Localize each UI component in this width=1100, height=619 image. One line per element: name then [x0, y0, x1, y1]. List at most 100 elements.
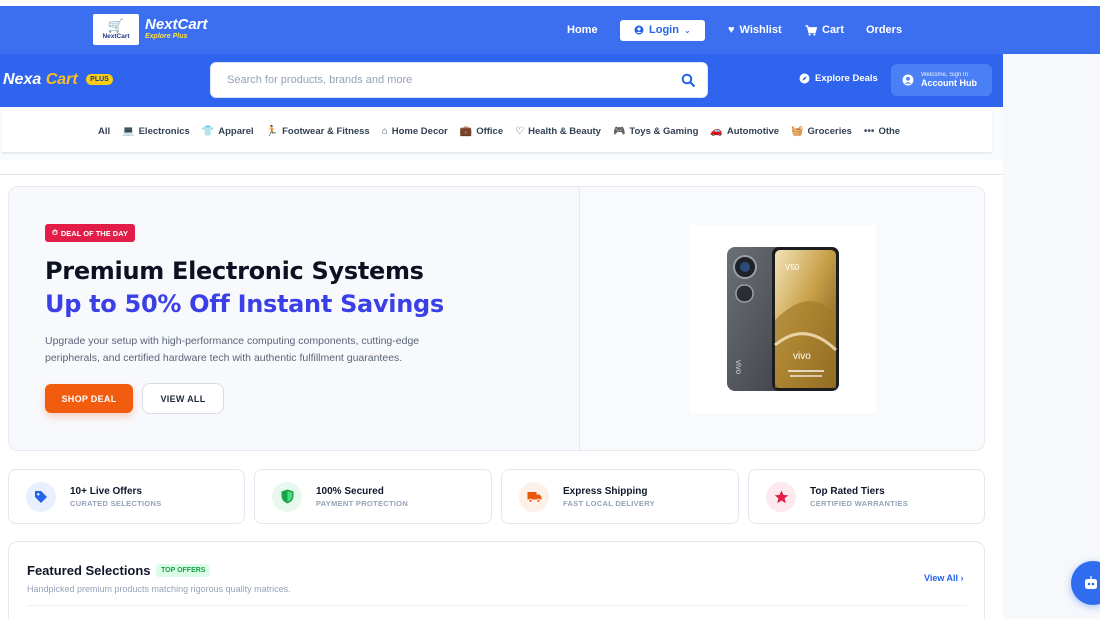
logo-text-nexa: Nexa — [3, 71, 42, 88]
hero-banner: ⏱ DEAL OF THE DAY Premium Electronic Sys… — [8, 186, 985, 451]
feature-card-live-offers: 10+ Live Offers CURATED SELECTIONS — [8, 469, 245, 524]
wishlist-label: Wishlist — [739, 24, 782, 36]
category-label: Electronics — [138, 126, 190, 137]
divider — [27, 605, 967, 606]
featured-section: Featured Selections TOP OFFERS Handpicke… — [8, 541, 985, 619]
star-icon — [766, 481, 796, 512]
nextcart-logo[interactable]: 🛒 NextCart — [93, 14, 139, 45]
category-strip — [0, 160, 1003, 175]
search-header: Nexa Cart PLUS Explore Deals Welcome, Si… — [0, 54, 1003, 107]
plus-badge: PLUS — [86, 74, 113, 85]
feature-subtitle: PAYMENT PROTECTION — [316, 498, 409, 508]
category-label: Toys & Gaming — [629, 126, 699, 137]
login-button[interactable]: Login ⌄ — [620, 19, 705, 41]
category-apparel[interactable]: 👕 Apparel — [202, 126, 254, 137]
basket-icon: 🧺 — [791, 126, 804, 137]
view-all-link[interactable]: View All › — [924, 573, 964, 583]
explore-deals-label: Explore Deals — [815, 73, 878, 84]
tag-icon — [26, 481, 56, 512]
explore-deals-link[interactable]: Explore Deals — [799, 73, 878, 84]
feature-title: 100% Secured — [316, 485, 384, 497]
heart-icon: ♥ — [728, 24, 735, 36]
search-input[interactable] — [211, 63, 651, 97]
nav-wishlist-link[interactable]: ♥ Wishlist — [728, 6, 782, 54]
hero-subheadline: Up to 50% Off Instant Savings — [45, 290, 444, 318]
category-groceries[interactable]: 🧺 Groceries — [791, 126, 852, 137]
category-list: All 💻 Electronics 👕 Apparel 🏃 Footwear &… — [2, 111, 992, 153]
category-automotive[interactable]: 🚗 Automotive — [710, 126, 779, 137]
category-electronics[interactable]: 💻 Electronics — [122, 126, 190, 137]
category-footwear-fitness[interactable]: 🏃 Footwear & Fitness — [266, 126, 370, 137]
search-icon[interactable] — [681, 73, 695, 87]
view-all-button[interactable]: VIEW ALL — [142, 383, 224, 414]
brand-tagline: Explore Plus — [145, 33, 188, 40]
heart-pulse-icon: ♡ — [515, 126, 525, 137]
feature-title: Top Rated Tiers — [810, 485, 885, 497]
chevron-down-icon: ⌄ — [683, 25, 691, 35]
logo-text-cart: Cart — [45, 71, 78, 88]
feature-subtitle: CURATED SELECTIONS — [70, 498, 162, 508]
category-label: Apparel — [218, 126, 254, 137]
right-gutter — [1003, 54, 1100, 619]
login-label: Login — [649, 24, 679, 36]
brand[interactable]: NextCart Explore Plus — [145, 16, 208, 40]
nav-cart-link[interactable]: Cart — [805, 6, 844, 54]
gamepad-icon: 🎮 — [612, 126, 626, 137]
category-label: Groceries — [807, 126, 852, 137]
hero-description: Upgrade your setup with high-performance… — [45, 335, 420, 364]
feature-subtitle: CERTIFIED WARRANTIES — [810, 498, 909, 508]
cart-label: Cart — [822, 24, 845, 36]
featured-title: Featured Selections — [27, 563, 151, 578]
cart-logo-icon: 🛒 — [107, 17, 125, 33]
deal-of-day-badge: ⏱ DEAL OF THE DAY — [45, 224, 135, 242]
hero-product-panel: vivo V50 vivo — [579, 187, 984, 450]
feature-card-top-rated: Top Rated Tiers CERTIFIED WARRANTIES — [748, 469, 985, 524]
feature-card-shipping: Express Shipping FAST LOCAL DELIVERY — [501, 469, 739, 524]
more-icon: ••• — [863, 126, 875, 137]
featured-subtitle: Handpicked premium products matching rig… — [27, 584, 291, 594]
product-image[interactable]: vivo V50 vivo — [690, 225, 876, 413]
nav-home-link[interactable]: Home — [567, 6, 598, 54]
category-label: Othe — [878, 126, 901, 137]
category-health-beauty[interactable]: ♡ Health & Beauty — [515, 126, 601, 137]
category-label: All — [98, 126, 111, 137]
clock-icon: ⏱ — [52, 228, 58, 237]
logo-caption: NextCart — [102, 32, 130, 40]
briefcase-icon: 💼 — [459, 126, 473, 137]
category-label: Automotive — [726, 126, 780, 137]
top-offers-badge: TOP OFFERS — [156, 564, 211, 577]
shield-icon — [272, 481, 302, 512]
robot-icon — [1085, 576, 1097, 589]
svg-text:vivo: vivo — [793, 351, 811, 362]
account-label: Account Hub — [921, 78, 977, 88]
laptop-icon: 💻 — [122, 126, 135, 137]
account-hub-button[interactable]: Welcome, Sign In Account Hub — [891, 64, 992, 96]
deal-badge-label: DEAL OF THE DAY — [60, 228, 128, 238]
svg-text:vivo: vivo — [734, 360, 743, 375]
category-all[interactable]: All — [98, 126, 110, 137]
category-toys-gaming[interactable]: 🎮 Toys & Gaming — [613, 126, 698, 137]
feature-title: Express Shipping — [563, 485, 648, 497]
category-office[interactable]: 💼 Office — [460, 126, 503, 137]
shirt-icon: 👕 — [201, 126, 215, 137]
shop-deal-button[interactable]: SHOP DEAL — [45, 384, 133, 413]
runner-icon: 🏃 — [265, 126, 279, 137]
category-label: Office — [476, 126, 504, 137]
brand-name: NextCart — [145, 16, 208, 33]
search-box — [210, 62, 708, 98]
feature-title: 10+ Live Offers — [70, 485, 142, 497]
nav-orders-link[interactable]: Orders — [866, 6, 902, 54]
category-home-decor[interactable]: ⌂ Home Decor — [382, 126, 448, 137]
top-navbar: 🛒 NextCart NextCart Explore Plus Home Lo… — [0, 6, 1100, 54]
category-other[interactable]: ••• Othe — [864, 126, 900, 137]
compass-icon — [799, 73, 810, 84]
car-icon: 🚗 — [710, 126, 723, 137]
hero-headline: Premium Electronic Systems — [45, 257, 424, 285]
home-icon: ⌂ — [381, 126, 388, 137]
vivo-phone-image: vivo V50 vivo — [727, 247, 839, 391]
truck-icon — [519, 481, 549, 512]
category-label: Footwear & Fitness — [282, 126, 370, 137]
user-icon — [902, 74, 914, 86]
nexacart-logo[interactable]: Nexa Cart PLUS — [3, 71, 113, 89]
category-bar: All 💻 Electronics 👕 Apparel 🏃 Footwear &… — [0, 107, 1003, 175]
